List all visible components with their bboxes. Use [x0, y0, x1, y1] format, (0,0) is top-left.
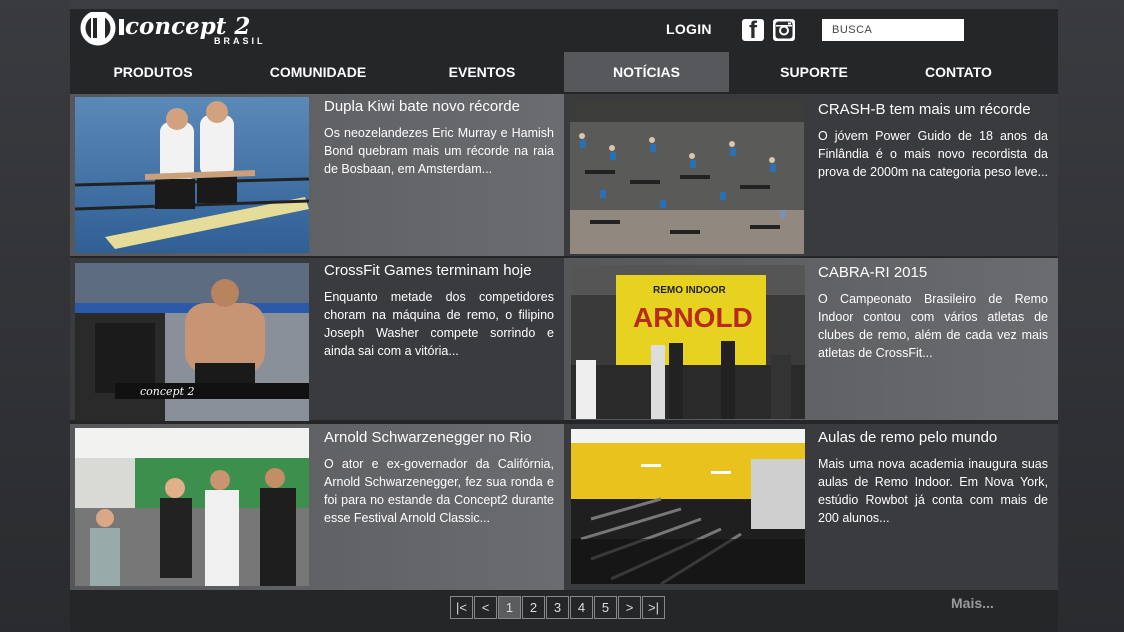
news-title[interactable]: CABRA-RI 2015 — [818, 263, 1048, 283]
main-nav: PRODUTOS COMUNIDADE EVENTOS NOTÍCIAS SUP… — [70, 52, 1058, 92]
page-button[interactable]: 5 — [594, 596, 617, 619]
news-title[interactable]: CRASH-B tem mais um récorde — [818, 100, 1048, 120]
banner-main-text: ARNOLD — [633, 302, 753, 333]
login-link[interactable]: LOGIN — [666, 21, 712, 37]
news-excerpt: Os neozelandezes Eric Murray e Hamish Bo… — [324, 126, 554, 176]
instagram-icon[interactable] — [773, 19, 795, 41]
next-page-button[interactable]: > — [618, 596, 641, 619]
news-thumbnail[interactable]: REMO INDOOR ARNOLD — [571, 265, 805, 419]
concept2-logo[interactable]: concept 2 BRASIL — [79, 12, 314, 46]
page-button[interactable]: 2 — [522, 596, 545, 619]
page-button[interactable]: 3 — [546, 596, 569, 619]
nav-suporte[interactable]: SUPORTE — [729, 52, 899, 92]
page-background-right — [1058, 0, 1124, 632]
prev-page-button[interactable]: < — [474, 596, 497, 619]
pagination: |< < 1 2 3 4 5 > >| — [450, 596, 666, 619]
news-thumbnail[interactable] — [75, 97, 309, 253]
news-excerpt: Mais uma nova academia inaugura suas aul… — [818, 457, 1048, 525]
top-strip — [70, 0, 1058, 9]
news-title[interactable]: Arnold Schwarzenegger no Rio — [324, 428, 554, 448]
page-background-left — [0, 0, 70, 632]
news-excerpt: O jóvem Power Guido de 18 anos da Finlân… — [818, 129, 1049, 179]
last-page-button[interactable]: >| — [642, 596, 665, 619]
news-card[interactable]: Aulas de remo pelo mundo Mais uma nova a… — [564, 424, 1058, 590]
nav-eventos[interactable]: EVENTOS — [400, 52, 564, 92]
news-thumbnail[interactable] — [571, 429, 805, 584]
more-link[interactable]: Mais... — [951, 595, 994, 611]
nav-produtos[interactable]: PRODUTOS — [70, 52, 236, 92]
page-button[interactable]: 1 — [498, 596, 521, 619]
logo-subtext: BRASIL — [214, 36, 266, 46]
news-thumbnail[interactable]: concept 2 — [75, 263, 309, 421]
news-title[interactable]: Dupla Kiwi bate novo récorde — [324, 97, 554, 117]
news-title[interactable]: Aulas de remo pelo mundo — [818, 428, 1048, 448]
news-card[interactable]: CRASH-B tem mais um récorde O jóvem Powe… — [564, 94, 1058, 256]
news-excerpt: Enquanto metade dos competidores choram … — [324, 290, 554, 358]
news-card[interactable]: REMO INDOOR ARNOLD CABRA-RI 2015 O Campe… — [564, 258, 1058, 420]
news-card[interactable]: concept 2 CrossFit Games terminam hoje E… — [70, 258, 564, 421]
first-page-button[interactable]: |< — [450, 596, 473, 619]
news-card[interactable]: Arnold Schwarzenegger no Rio O ator e ex… — [70, 424, 564, 590]
nav-noticias[interactable]: NOTÍCIAS — [564, 52, 729, 92]
news-thumbnail[interactable] — [75, 428, 309, 586]
site-container: concept 2 BRASIL LOGIN f PRODUTOS COMUNI… — [70, 0, 1058, 632]
search-input[interactable] — [822, 19, 964, 41]
news-excerpt: O ator e ex-governador da Califórnia, Ar… — [324, 457, 554, 525]
news-excerpt: O Campeonato Brasileiro de Remo Indoor c… — [818, 292, 1048, 360]
erg-brand-text: concept 2 — [140, 385, 195, 398]
facebook-icon[interactable]: f — [742, 18, 764, 44]
nav-comunidade[interactable]: COMUNIDADE — [236, 52, 400, 92]
nav-contato[interactable]: CONTATO — [899, 52, 1018, 92]
news-title[interactable]: CrossFit Games terminam hoje — [324, 261, 554, 281]
news-thumbnail[interactable] — [570, 100, 804, 254]
news-card[interactable]: Dupla Kiwi bate novo récorde Os neozelan… — [70, 94, 564, 256]
page-button[interactable]: 4 — [570, 596, 593, 619]
banner-top-text: REMO INDOOR — [653, 285, 727, 296]
